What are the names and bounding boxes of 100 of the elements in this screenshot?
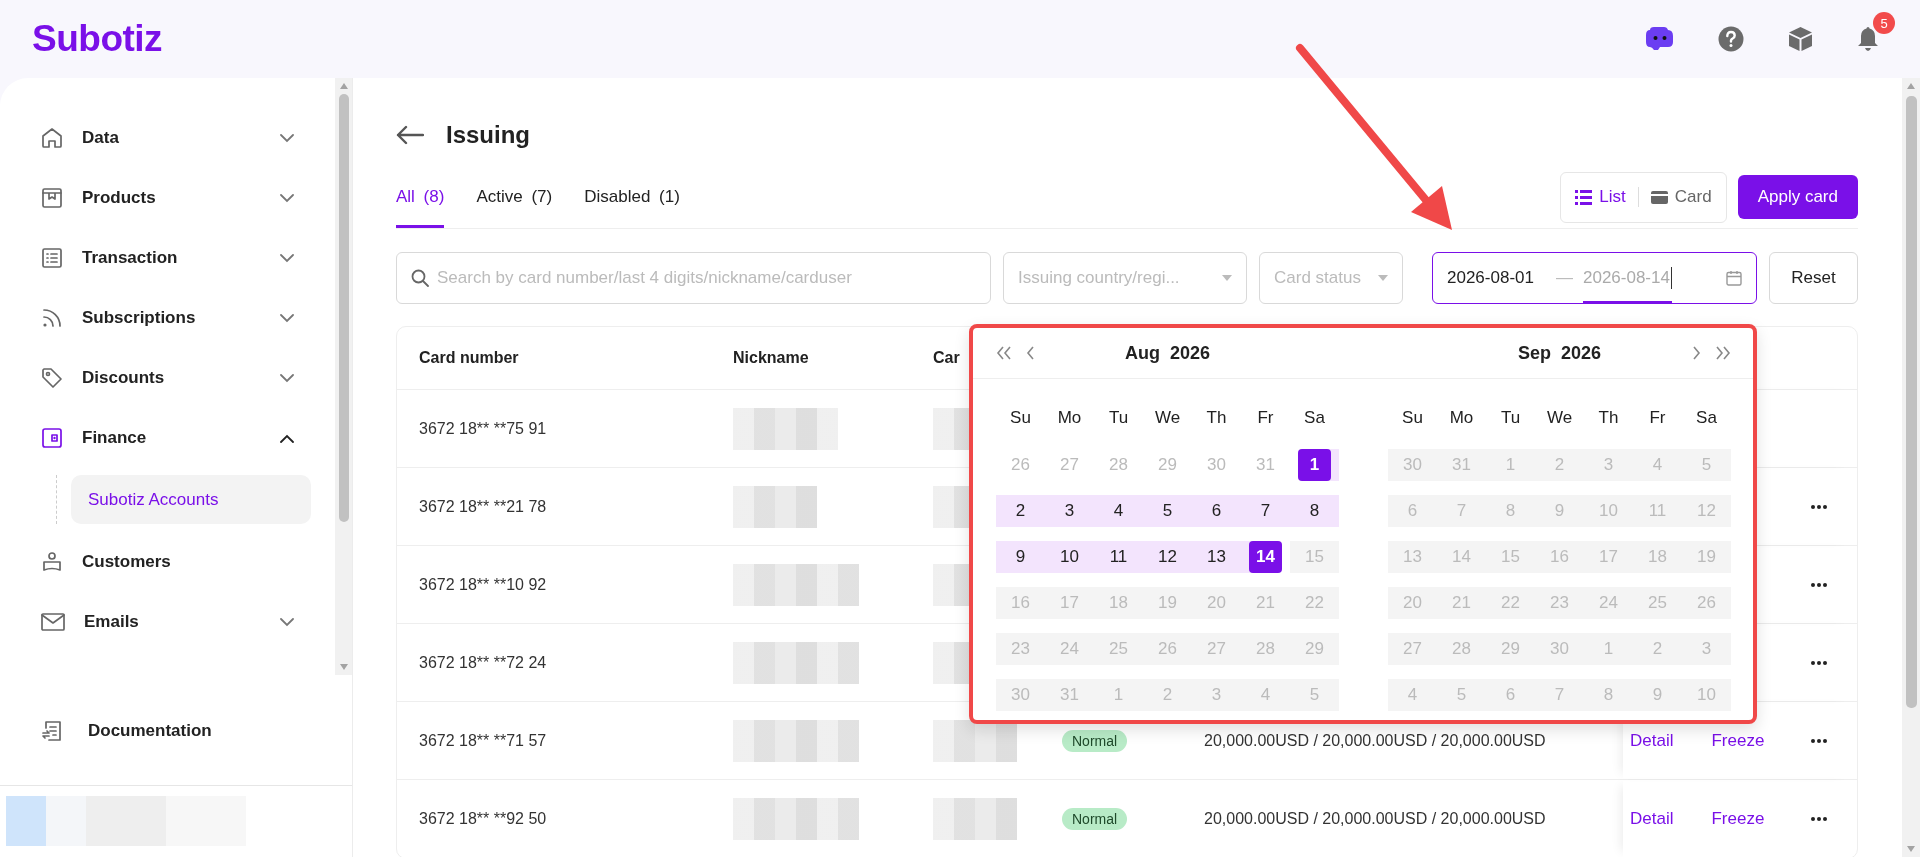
apply-card-button[interactable]: Apply card [1737, 175, 1858, 219]
more-icon[interactable] [1811, 660, 1827, 665]
date-cell-disabled: 3 [1584, 449, 1633, 481]
date-cell-disabled: 19 [1143, 587, 1192, 619]
date-cell-in-range[interactable]: 10 [1045, 541, 1094, 573]
date-cell-disabled: 30 [996, 679, 1045, 711]
more-icon[interactable] [1811, 582, 1827, 587]
column-header: Card number [419, 349, 519, 367]
date-cell-in-range[interactable]: 12 [1143, 541, 1192, 573]
chevron-left-icon[interactable] [1026, 346, 1035, 360]
reset-button[interactable]: Reset [1769, 252, 1858, 304]
date-cell-in-range[interactable]: 7 [1241, 495, 1290, 527]
date-cell-disabled: 28 [1241, 633, 1290, 665]
tab[interactable]: Disabled (1) [584, 166, 680, 228]
date-range-field[interactable]: 2026-08-01 — 2026-08-14 [1432, 252, 1757, 304]
date-cell-disabled: 10 [1682, 679, 1731, 711]
sidebar-item[interactable]: Finance [0, 408, 335, 468]
list-icon [40, 246, 64, 270]
date-cell-disabled: 6 [1388, 495, 1437, 527]
sidebar-item-label: Data [82, 128, 120, 148]
date-cell-disabled: 14 [1437, 541, 1486, 573]
sidebar-item[interactable]: Discounts [0, 348, 335, 408]
more-icon[interactable] [1811, 504, 1827, 509]
weekday-label: Mo [1448, 406, 1475, 429]
date-cell-in-range[interactable]: 4 [1094, 495, 1143, 527]
action-link[interactable]: Detail [1630, 730, 1674, 751]
sidebar-item-label: Emails [84, 612, 140, 632]
date-cell-disabled: 21 [1437, 587, 1486, 619]
date-cell-disabled: 4 [1633, 449, 1682, 481]
back-arrow-icon[interactable] [396, 125, 424, 145]
sidebar-item[interactable]: Customers [0, 532, 335, 592]
action-link[interactable]: Detail [1630, 808, 1674, 829]
date-cell-in-range[interactable]: 3 [1045, 495, 1094, 527]
year-label[interactable]: 2026 [1169, 342, 1210, 364]
sidebar-item[interactable]: Products [0, 168, 335, 228]
selected-date[interactable]: 14 [1249, 541, 1282, 573]
date-cell-disabled: 4 [1388, 679, 1437, 711]
bell-icon[interactable] [1857, 26, 1879, 52]
view-option[interactable]: Card [1650, 187, 1712, 207]
date-cell-disabled: 5 [1682, 449, 1731, 481]
date-cell-disabled: 26 [1682, 587, 1731, 619]
date-cell-disabled: 15 [1290, 541, 1339, 573]
tab[interactable]: All (8) [396, 166, 445, 228]
robot-icon[interactable] [1646, 26, 1674, 52]
date-cell-in-range[interactable]: 13 [1192, 541, 1241, 573]
sidebar-item[interactable]: Data [0, 108, 335, 168]
date-cell-disabled: 3 [1192, 679, 1241, 711]
view-option[interactable]: List [1575, 187, 1626, 207]
month-label[interactable]: Sep [1517, 342, 1551, 364]
card-number: 3672 18** **72 24 [419, 653, 547, 672]
selected-date[interactable]: 1 [1298, 449, 1331, 481]
action-link[interactable]: Freeze [1711, 730, 1765, 751]
more-icon[interactable] [1811, 816, 1827, 821]
more-icon[interactable] [1811, 738, 1827, 743]
date-cell-disabled: 5 [1437, 679, 1486, 711]
card-number: 3672 18** **75 91 [419, 419, 547, 438]
logo[interactable]: Subotiz [32, 18, 163, 60]
date-cell-in-range[interactable]: 6 [1192, 495, 1241, 527]
start-date-input[interactable]: 2026-08-01 [1447, 253, 1534, 303]
help-icon[interactable] [1718, 26, 1744, 52]
date-cell-disabled: 6 [1486, 679, 1535, 711]
sidebar-item[interactable]: Subscriptions [0, 288, 335, 348]
date-cell-disabled: 29 [1290, 633, 1339, 665]
date-cell-disabled: 17 [1584, 541, 1633, 573]
action-link[interactable]: Freeze [1711, 808, 1765, 829]
sidebar-item-label: Products [82, 188, 157, 208]
wallet-icon [40, 426, 64, 450]
date-cell-disabled: 22 [1290, 587, 1339, 619]
date-cell-disabled: 25 [1633, 587, 1682, 619]
date-cell-in-range[interactable]: 11 [1094, 541, 1143, 573]
double-chevron-left-icon[interactable] [996, 346, 1012, 360]
tab[interactable]: Active (7) [476, 166, 553, 228]
date-cell-disabled: 26 [1143, 633, 1192, 665]
date-cell-disabled: 12 [1682, 495, 1731, 527]
sidebar-item[interactable]: Emails [0, 592, 335, 652]
caret-down-icon [1222, 275, 1232, 281]
chevron-right-icon[interactable] [1692, 346, 1701, 360]
card-icon [1650, 190, 1668, 204]
cube-icon[interactable] [1788, 26, 1813, 52]
notification-badge: 5 [1873, 12, 1895, 34]
date-cell-disabled: 21 [1241, 587, 1290, 619]
date-cell-disabled: 11 [1633, 495, 1682, 527]
documentation-label: Documentation [88, 721, 212, 741]
date-cell-in-range[interactable]: 2 [996, 495, 1045, 527]
sidebar-item[interactable]: Transaction [0, 228, 335, 288]
date-cell-in-range[interactable]: 8 [1290, 495, 1339, 527]
date-cell-disabled: 22 [1486, 587, 1535, 619]
status-badge: Normal [1062, 729, 1128, 752]
date-cell-disabled: 18 [1094, 587, 1143, 619]
weekday-label: Su [1401, 406, 1424, 429]
date-cell-in-range[interactable]: 9 [996, 541, 1045, 573]
year-label[interactable]: 2026 [1561, 342, 1602, 364]
sidebar-subitem[interactable]: Subotiz Accounts [71, 475, 311, 524]
date-cell-disabled: 24 [1584, 587, 1633, 619]
box-icon [40, 186, 64, 210]
date-cell-disabled: 20 [1192, 587, 1241, 619]
month-label[interactable]: Aug [1124, 342, 1160, 364]
double-chevron-right-icon[interactable] [1715, 346, 1731, 360]
documentation-link[interactable]: Documentation [0, 701, 352, 761]
date-cell-in-range[interactable]: 5 [1143, 495, 1192, 527]
